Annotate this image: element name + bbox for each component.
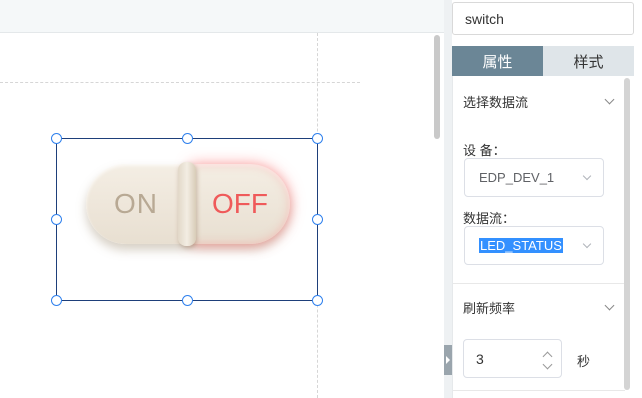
datastream-select-value: LED_STATUS bbox=[479, 238, 563, 253]
design-canvas[interactable]: ON OFF bbox=[0, 0, 444, 398]
tab-style[interactable]: 样式 bbox=[543, 46, 634, 76]
tab-properties[interactable]: 属性 bbox=[452, 46, 543, 76]
refresh-interval-stepper[interactable]: 3 bbox=[463, 339, 562, 378]
refresh-section-header[interactable]: 刷新频率 bbox=[453, 284, 623, 330]
datastream-section-title: 选择数据流 bbox=[463, 94, 529, 110]
refresh-section-title: 刷新频率 bbox=[463, 300, 516, 316]
refresh-interval-value: 3 bbox=[476, 350, 484, 367]
panel-tabs: 属性 样式 bbox=[452, 46, 634, 76]
resize-handle-right[interactable] bbox=[312, 214, 323, 225]
stepper-down-icon[interactable] bbox=[542, 359, 553, 370]
collapse-panel-button[interactable] bbox=[444, 345, 452, 375]
section-divider bbox=[453, 390, 625, 391]
switch-knob bbox=[178, 162, 196, 246]
chevron-down-icon bbox=[604, 300, 615, 310]
datastream-label: 数据流： bbox=[463, 211, 516, 226]
switch-off-label: OFF bbox=[190, 164, 290, 244]
chevron-down-icon bbox=[582, 239, 592, 249]
caret-right-icon bbox=[446, 356, 450, 364]
switch-on-label: ON bbox=[114, 188, 158, 219]
resize-handle-bottom[interactable] bbox=[182, 295, 193, 306]
resize-handle-left[interactable] bbox=[51, 214, 62, 225]
device-select-value: EDP_DEV_1 bbox=[479, 170, 555, 185]
refresh-unit-label: 秒 bbox=[577, 354, 591, 369]
canvas-top-bar bbox=[0, 0, 444, 33]
property-panel: 属性 样式 选择数据流 设 备： EDP_DEV_1 数据流： LED_STAT… bbox=[452, 0, 642, 398]
resize-handle-bottom-right[interactable] bbox=[312, 295, 323, 306]
resize-handle-bottom-left[interactable] bbox=[51, 295, 62, 306]
switch-widget[interactable]: ON OFF bbox=[86, 162, 290, 246]
resize-handle-top-left[interactable] bbox=[51, 133, 62, 144]
device-label: 设 备： bbox=[463, 143, 506, 158]
datastream-section-header[interactable]: 选择数据流 bbox=[453, 78, 623, 124]
resize-handle-top-right[interactable] bbox=[312, 133, 323, 144]
panel-gutter bbox=[444, 0, 452, 398]
device-select[interactable]: EDP_DEV_1 bbox=[464, 158, 604, 197]
datastream-select[interactable]: LED_STATUS bbox=[464, 226, 604, 265]
resize-handle-top[interactable] bbox=[182, 133, 193, 144]
chevron-down-icon bbox=[582, 171, 592, 181]
widget-name-input[interactable] bbox=[452, 2, 634, 35]
canvas-scrollbar[interactable] bbox=[434, 35, 440, 139]
chevron-down-icon bbox=[604, 94, 615, 104]
panel-scrollbar[interactable] bbox=[624, 78, 630, 390]
horizontal-guide-line bbox=[0, 82, 360, 83]
